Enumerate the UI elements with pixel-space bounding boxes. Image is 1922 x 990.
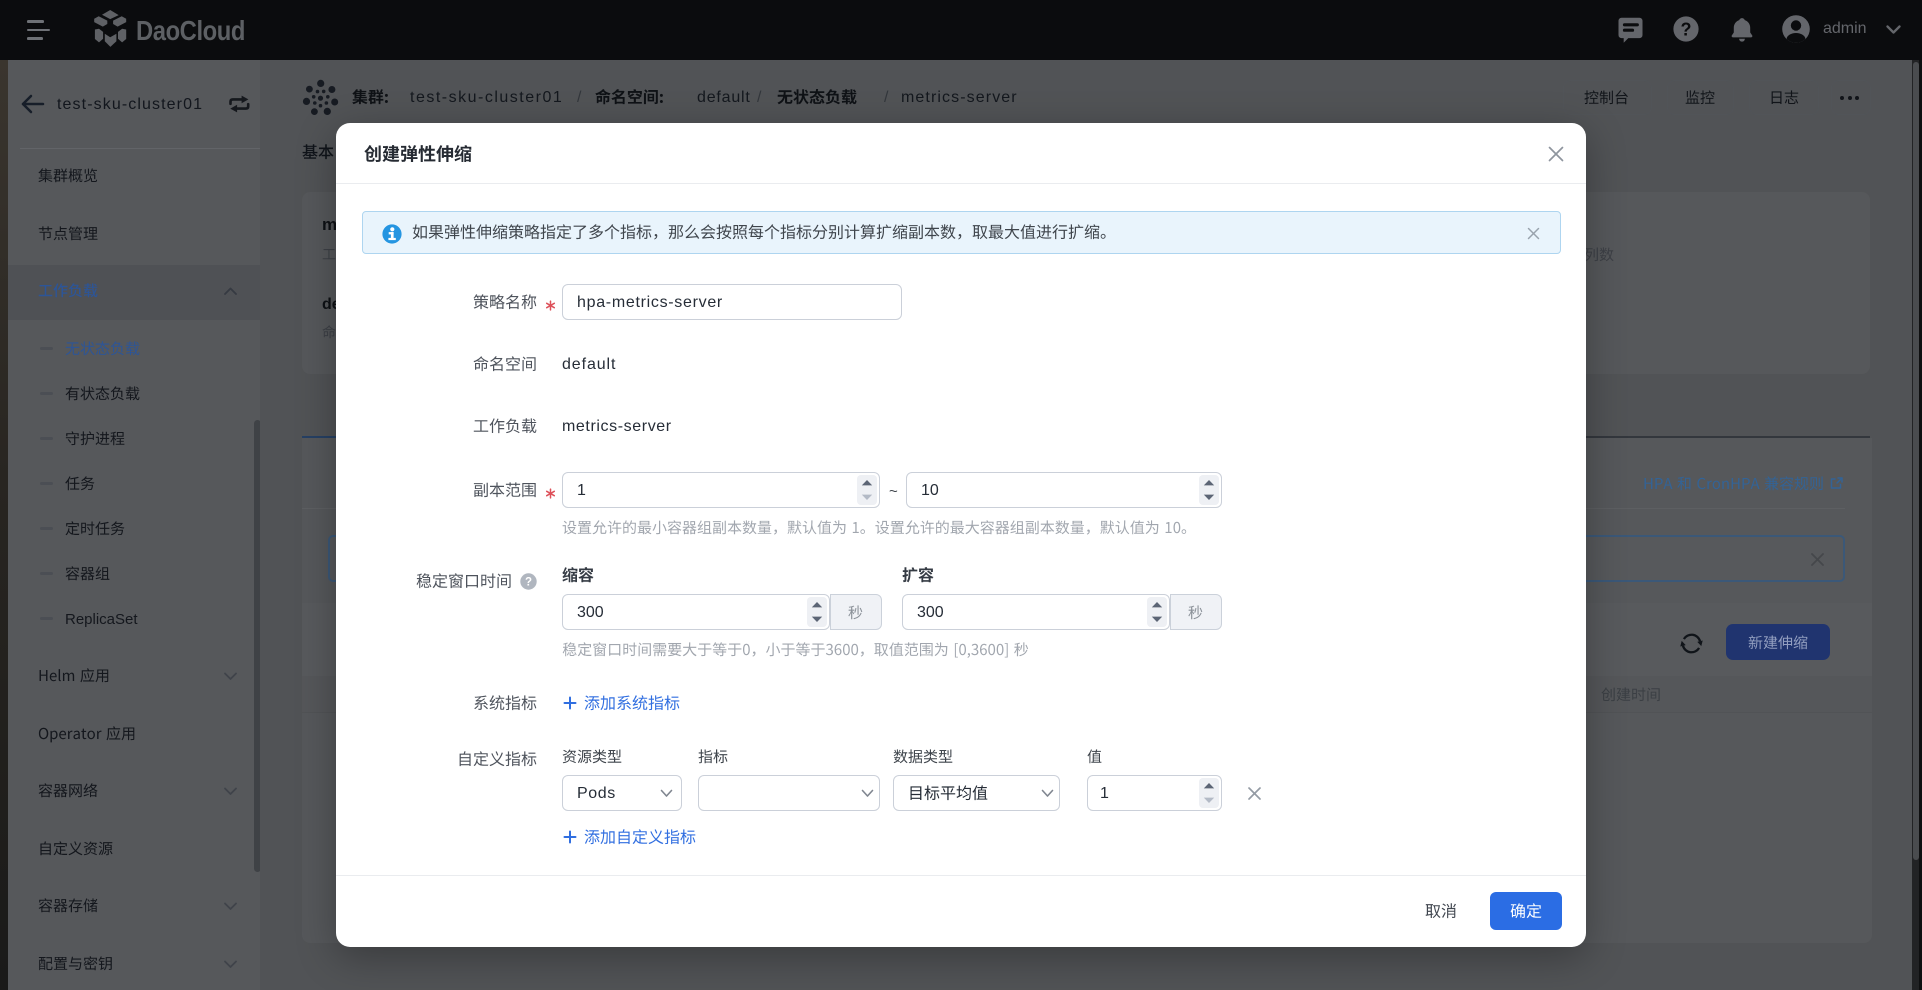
svg-text:?: ? bbox=[525, 577, 532, 589]
svg-text:?: ? bbox=[1681, 19, 1692, 39]
